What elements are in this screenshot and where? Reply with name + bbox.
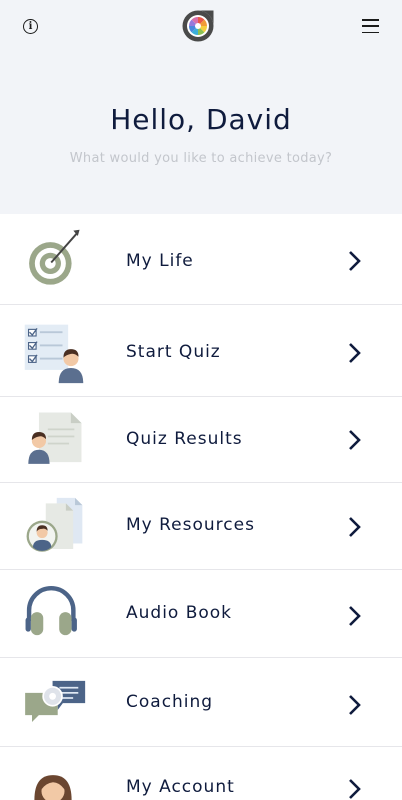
- account-avatar-icon: [34, 775, 72, 800]
- target-arrow-icon: [29, 229, 80, 285]
- chevron-right-icon: [349, 251, 361, 271]
- quiz-results-document-icon: [28, 412, 82, 464]
- chevron-right-icon: [349, 517, 361, 537]
- resources-documents-icon: [26, 497, 83, 552]
- coaching-chat-icon: [25, 680, 86, 722]
- chevron-right-icon: [349, 779, 361, 799]
- info-icon[interactable]: i: [23, 19, 38, 34]
- menu-item-my-life[interactable]: My Life: [0, 214, 402, 305]
- menu-item-my-account[interactable]: My Account: [0, 747, 402, 800]
- header: i Hello, David What would you like to ac…: [0, 0, 402, 214]
- chevron-right-icon: [349, 695, 361, 715]
- menu-item-label: My Resources: [126, 515, 255, 535]
- menu-item-audio-book[interactable]: Audio Book: [0, 570, 402, 658]
- menu-item-label: Coaching: [126, 692, 214, 712]
- chevron-right-icon: [349, 430, 361, 450]
- menu-item-label: My Life: [126, 251, 194, 271]
- menu-item-quiz-results[interactable]: Quiz Results: [0, 397, 402, 483]
- color-wheel-logo-icon[interactable]: [181, 9, 215, 43]
- menu-item-label: My Account: [126, 777, 235, 797]
- info-glyph: i: [28, 20, 33, 32]
- greeting-subtitle: What would you like to achieve today?: [69, 151, 333, 166]
- menu-item-my-resources[interactable]: My Resources: [0, 483, 402, 570]
- menu-item-start-quiz[interactable]: Start Quiz: [0, 305, 402, 397]
- menu-item-label: Start Quiz: [126, 342, 221, 362]
- headphones-icon: [25, 585, 77, 636]
- chevron-right-icon: [349, 343, 361, 363]
- chevron-right-icon: [349, 606, 361, 626]
- main-menu-list: My Life Start Quiz Quiz Results My Resou…: [0, 214, 402, 800]
- menu-item-coaching[interactable]: Coaching: [0, 658, 402, 747]
- menu-item-label: Audio Book: [126, 603, 233, 623]
- hamburger-menu-icon[interactable]: [362, 19, 379, 34]
- menu-item-label: Quiz Results: [126, 429, 243, 449]
- greeting-title: Hello, David: [110, 103, 292, 136]
- quiz-checklist-icon: [24, 324, 84, 384]
